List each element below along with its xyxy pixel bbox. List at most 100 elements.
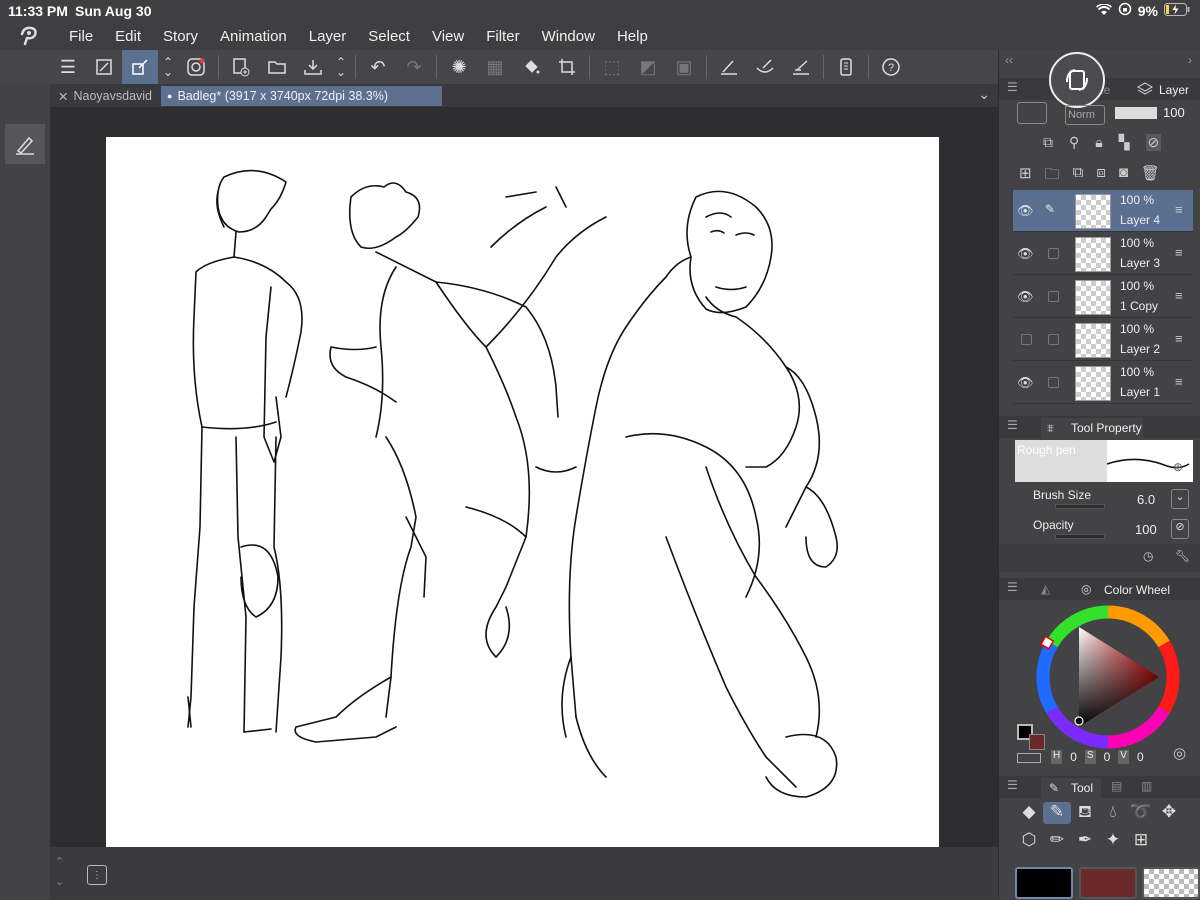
- sub-tool-detail-icon[interactable]: ▥: [1141, 779, 1152, 793]
- mask-layer-icon[interactable]: ◙: [1119, 164, 1128, 189]
- brush-size-dropdown[interactable]: ⌄: [1171, 489, 1189, 509]
- brush-size-value[interactable]: 6.0: [1137, 492, 1155, 507]
- expand-right-icon[interactable]: ›: [1188, 53, 1192, 67]
- selection-border-icon[interactable]: ▣: [666, 50, 702, 84]
- sub-color-swatch[interactable]: [1029, 734, 1045, 750]
- transparent-color-button[interactable]: [1142, 867, 1200, 899]
- layer-checkbox[interactable]: [1048, 334, 1059, 345]
- hamburger-menu-icon[interactable]: ☰: [50, 50, 86, 84]
- new-canvas-icon[interactable]: [223, 50, 259, 84]
- lasso-icon[interactable]: ➰: [1127, 802, 1155, 824]
- layer-menu-icon[interactable]: ≡: [1175, 331, 1183, 346]
- main-color-button[interactable]: [1015, 867, 1073, 899]
- transform-icon[interactable]: [122, 50, 158, 84]
- eye-icon[interactable]: 👁︎: [1017, 203, 1034, 219]
- panel-menu-icon[interactable]: ☰: [1007, 80, 1018, 94]
- layer-row-layer-3[interactable]: 👁︎ 100 % Layer 3 ≡: [1013, 233, 1193, 275]
- tab-badleg[interactable]: ● Badleg* (3917 x 3740px 72dpi 38.3%): [161, 86, 442, 106]
- delete-layer-icon[interactable]: 🗑︎: [1141, 164, 1160, 189]
- layer-checkbox[interactable]: [1048, 291, 1059, 302]
- layer-checkbox[interactable]: [1048, 377, 1059, 388]
- layer-row-layer-2[interactable]: 100 % Layer 2 ≡: [1013, 319, 1193, 361]
- undo-icon[interactable]: ↶: [360, 50, 396, 84]
- panel-menu-icon[interactable]: ☰: [1007, 580, 1018, 594]
- save-options-icon[interactable]: ⌃ ⌄: [331, 50, 351, 84]
- eye-icon[interactable]: 👁︎: [1017, 375, 1034, 391]
- transparent-color-swatch[interactable]: [1017, 753, 1041, 763]
- grid-frame-icon[interactable]: ⊞: [1127, 830, 1155, 850]
- color-mode-icon[interactable]: ◎: [1173, 744, 1186, 762]
- layer-color-dropdown[interactable]: [1017, 102, 1047, 124]
- invert-selection-icon[interactable]: ◩: [630, 50, 666, 84]
- app-logo-icon[interactable]: [0, 26, 58, 46]
- merge-icon[interactable]: ⧉: [1073, 164, 1084, 189]
- layer-row-layer-4[interactable]: 👁︎ ✎ 100 % Layer 4 ≡: [1013, 190, 1193, 232]
- color-wheel[interactable]: [1033, 602, 1183, 755]
- clear-icon[interactable]: ▦: [477, 50, 513, 84]
- collapse-right-icon[interactable]: ‹‹: [1005, 53, 1013, 67]
- crop-icon[interactable]: [549, 50, 585, 84]
- menu-edit[interactable]: Edit: [104, 28, 152, 45]
- opacity-slider[interactable]: [1055, 534, 1105, 539]
- menu-file[interactable]: File: [58, 28, 104, 45]
- rotate-canvas-button[interactable]: [1049, 52, 1105, 108]
- layer-menu-icon[interactable]: ≡: [1175, 374, 1183, 389]
- stabilizer-icon[interactable]: [747, 50, 783, 84]
- new-folder-icon[interactable]: 🗀︎: [1045, 164, 1060, 189]
- menu-help[interactable]: Help: [606, 28, 659, 45]
- menu-layer[interactable]: Layer: [298, 28, 358, 45]
- opacity-dropdown[interactable]: ⊘: [1171, 519, 1189, 539]
- navigator-icon[interactable]: ⋮: [87, 865, 107, 885]
- mask-icon[interactable]: ⊘: [1145, 134, 1162, 151]
- eraser-icon[interactable]: ◆: [1015, 802, 1043, 824]
- color-set-icon[interactable]: ◭: [1041, 582, 1050, 596]
- menu-animation[interactable]: Animation: [209, 28, 298, 45]
- deselect-icon[interactable]: ⬚: [594, 50, 630, 84]
- layer-row-layer-1[interactable]: 👁︎ 100 % Layer 1 ≡: [1013, 362, 1193, 404]
- menu-select[interactable]: Select: [357, 28, 421, 45]
- chevron-down-icon[interactable]: ⌄: [978, 86, 990, 103]
- lock-icon[interactable]: 🔒︎: [1095, 134, 1102, 151]
- sparkle-icon[interactable]: ✦: [1099, 830, 1127, 850]
- timer-icon[interactable]: ◷: [1143, 549, 1153, 563]
- fill-icon[interactable]: [513, 50, 549, 84]
- layer-row-1-copy[interactable]: 👁︎ 100 % 1 Copy ≡: [1013, 276, 1193, 318]
- open-folder-icon[interactable]: [259, 50, 295, 84]
- canvas-area[interactable]: [50, 107, 998, 847]
- eye-icon[interactable]: 👁︎: [1017, 289, 1034, 305]
- menu-window[interactable]: Window: [531, 28, 606, 45]
- menu-filter[interactable]: Filter: [475, 28, 530, 45]
- lock-transparency-icon[interactable]: ▚: [1119, 134, 1130, 151]
- layer-opacity-value[interactable]: 100: [1163, 105, 1185, 120]
- panel-menu-icon[interactable]: ☰: [1007, 778, 1018, 792]
- blend-mode-dropdown[interactable]: Norm: [1065, 105, 1105, 125]
- 3d-icon[interactable]: ⬡: [1015, 830, 1043, 850]
- opacity-slider[interactable]: [1115, 107, 1157, 119]
- canvas-fit-icon[interactable]: [86, 50, 122, 84]
- drawing-canvas[interactable]: [106, 137, 939, 847]
- brush-size-slider[interactable]: [1055, 504, 1105, 509]
- new-raster-layer-icon[interactable]: ⊞: [1019, 164, 1032, 189]
- sub-tool-tab-icon[interactable]: ▤: [1111, 779, 1122, 793]
- blend-icon[interactable]: 💧︎: [1099, 802, 1127, 824]
- companion-icon[interactable]: [178, 50, 214, 84]
- loading-icon[interactable]: ✺: [441, 50, 477, 84]
- tab-naoyavsdavid[interactable]: ✕ Naoyavsdavid: [52, 86, 160, 106]
- collapse-bottom-icon[interactable]: ⌃ ⌄: [55, 852, 64, 892]
- menu-view[interactable]: View: [421, 28, 475, 45]
- up-down-icon[interactable]: ⌃ ⌄: [158, 50, 178, 84]
- transfer-icon[interactable]: ⧈: [1096, 164, 1106, 189]
- close-icon[interactable]: ✕: [58, 89, 68, 104]
- layer-menu-icon[interactable]: ≡: [1175, 245, 1183, 260]
- lock-brush-icon[interactable]: ⊕: [1173, 460, 1183, 474]
- panel-menu-icon[interactable]: ☰: [1007, 418, 1018, 432]
- sub-color-button[interactable]: [1079, 867, 1137, 899]
- move-icon[interactable]: ✥: [1155, 802, 1183, 824]
- pen-tool-icon[interactable]: [5, 124, 45, 164]
- opacity-value[interactable]: 100: [1135, 522, 1157, 537]
- ink-pen-icon[interactable]: ✒︎: [1071, 830, 1099, 850]
- layer-checkbox[interactable]: [1048, 248, 1059, 259]
- reference-icon[interactable]: ⚲: [1069, 134, 1079, 151]
- visibility-checkbox[interactable]: [1021, 334, 1032, 345]
- save-icon[interactable]: [295, 50, 331, 84]
